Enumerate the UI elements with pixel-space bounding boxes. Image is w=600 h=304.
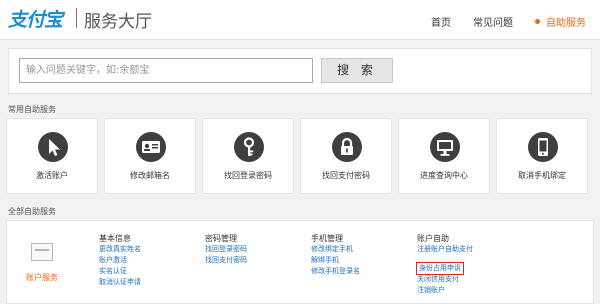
link-unbind-phone[interactable]: 解绑手机	[311, 255, 360, 266]
nav-self-service[interactable]: 自助服务	[535, 14, 586, 29]
service-card-login-password[interactable]: 找回登录密码	[202, 118, 294, 194]
link-change-phone[interactable]: 修改绑定手机	[311, 244, 360, 255]
column-phone: 手机管理 修改绑定手机 解绑手机 修改手机登录名	[311, 233, 360, 277]
service-card-unbind-phone[interactable]: 取消手机绑定	[496, 118, 588, 194]
column-password: 密码管理 找回登录密码 找回支付密码	[205, 233, 247, 266]
card-icon	[31, 243, 53, 261]
key-icon	[234, 132, 264, 162]
column-basic-info: 基本信息 更改真实姓名 账户激活 实名认证 取消认证申请	[99, 233, 141, 288]
nav-faq[interactable]: 常见问题	[473, 14, 513, 29]
link-change-real-name[interactable]: 更改真实姓名	[99, 244, 141, 255]
link-identity-appeal[interactable]: 身份占用申诉	[416, 262, 464, 275]
search-button[interactable]: 搜 索	[321, 58, 393, 83]
service-card-change-email[interactable]: 修改邮箱名	[104, 118, 196, 194]
id-card-icon	[136, 132, 166, 162]
link-real-name-auth[interactable]: 实名认证	[99, 266, 141, 277]
logo-divider	[76, 8, 77, 28]
link-activate-account[interactable]: 账户激活	[99, 255, 141, 266]
phone-icon	[528, 132, 558, 162]
service-label: 找回支付密码	[322, 171, 370, 180]
service-label: 进度查询中心	[420, 171, 468, 180]
top-nav: 首页 常见问题 自助服务	[409, 14, 586, 29]
column-heading: 手机管理	[311, 234, 343, 243]
column-account-self: 账户自助 注册账户自助支付 身份占用申诉 关闭信用支付 注销账户	[416, 233, 473, 296]
link-cancel-auth[interactable]: 取消认证申请	[99, 277, 141, 288]
service-label: 取消手机绑定	[518, 171, 566, 180]
column-heading: 基本信息	[99, 234, 131, 243]
account-service-category[interactable]: 账户服务	[7, 221, 77, 304]
common-services: 激活账户 修改邮箱名 找回登录密码 找回支付密码 进度查询中心 取消手机绑定	[6, 118, 594, 194]
account-service-label: 账户服务	[26, 273, 58, 282]
page-title: 服务大厅	[84, 12, 152, 32]
link-pay-password[interactable]: 找回支付密码	[205, 255, 247, 266]
active-dot-icon	[535, 19, 540, 24]
monitor-icon	[430, 132, 460, 162]
service-card-progress[interactable]: 进度查询中心	[398, 118, 490, 194]
cursor-icon	[38, 132, 68, 162]
service-card-activate[interactable]: 激活账户	[6, 118, 98, 194]
service-label: 找回登录密码	[224, 171, 272, 180]
link-login-password[interactable]: 找回登录密码	[205, 244, 247, 255]
link-register-self-pay[interactable]: 注册账户自助支付	[417, 244, 473, 255]
search-bar: 输入问题关键字，如:余额宝 搜 索	[8, 48, 592, 94]
alipay-logo[interactable]: 支付宝	[8, 5, 63, 32]
all-services-panel: 账户服务 基本信息 更改真实姓名 账户激活 实名认证 取消认证申请 密码管理 找…	[6, 220, 594, 304]
link-close-credit-pay[interactable]: 关闭信用支付	[417, 274, 473, 285]
search-input[interactable]: 输入问题关键字，如:余额宝	[19, 58, 313, 83]
header: 支付宝 服务大厅 首页 常见问题 自助服务	[0, 0, 600, 40]
column-heading: 密码管理	[205, 234, 237, 243]
column-heading: 账户自助	[417, 234, 449, 243]
link-change-phone-login[interactable]: 修改手机登录名	[311, 266, 360, 277]
all-services-title: 全部自助服务	[8, 207, 56, 216]
service-label: 修改邮箱名	[130, 171, 170, 180]
nav-home[interactable]: 首页	[431, 14, 451, 29]
common-services-title: 常用自助服务	[8, 105, 56, 114]
service-card-pay-password[interactable]: 找回支付密码	[300, 118, 392, 194]
service-label: 激活账户	[36, 171, 68, 180]
lock-icon	[332, 132, 362, 162]
link-close-account[interactable]: 注销账户	[417, 285, 473, 296]
nav-self-service-label: 自助服务	[546, 18, 586, 29]
